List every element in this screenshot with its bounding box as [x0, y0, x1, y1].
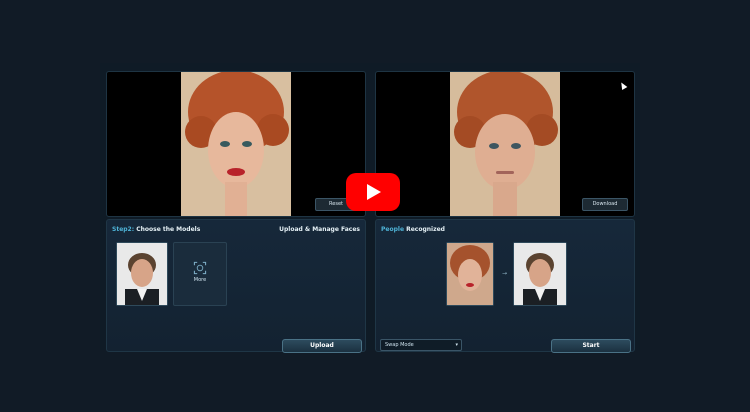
more-label: More — [193, 277, 207, 283]
detected-face-thumb[interactable] — [446, 242, 494, 306]
face-scan-icon — [193, 261, 207, 275]
models-header: Step2: Choose the Models — [112, 226, 200, 233]
people-label: People — [381, 226, 405, 233]
model-face-image — [117, 243, 167, 305]
models-panel: Step2: Choose the Models Upload & Manage… — [106, 219, 366, 353]
swap-mode-select[interactable]: Swap Mode ▾ — [380, 339, 462, 351]
detected-face-image — [447, 243, 493, 305]
youtube-play-button[interactable] — [346, 173, 400, 211]
woman-portrait-image — [181, 72, 291, 216]
model-thumb-selected[interactable] — [116, 242, 168, 306]
upload-button[interactable]: Upload — [282, 339, 362, 353]
swapped-portrait-image — [450, 72, 560, 216]
models-title: Choose the Models — [136, 226, 201, 233]
recognized-header: People Recognized — [381, 226, 445, 233]
more-models-button[interactable]: More — [173, 242, 227, 306]
swap-mode-value: Swap Mode — [385, 342, 414, 348]
chevron-down-icon: ▾ — [455, 342, 458, 348]
source-preview: Reset — [106, 71, 366, 217]
target-face-thumb[interactable] — [513, 242, 567, 306]
upload-manage-link[interactable]: Upload & Manage Faces — [279, 226, 360, 233]
play-icon — [367, 184, 381, 200]
result-preview: Download — [375, 71, 635, 217]
target-face-image — [514, 243, 566, 305]
arrow-right-icon: → — [502, 270, 508, 277]
source-portrait — [181, 72, 291, 216]
start-button[interactable]: Start — [551, 339, 631, 353]
recognized-panel: People Recognized → Swap Mode ▾ Start — [375, 219, 635, 353]
step-label: Step2: — [112, 226, 135, 233]
result-portrait — [450, 72, 560, 216]
download-button[interactable]: Download — [582, 198, 628, 211]
recognized-title: Recognized — [406, 226, 445, 233]
